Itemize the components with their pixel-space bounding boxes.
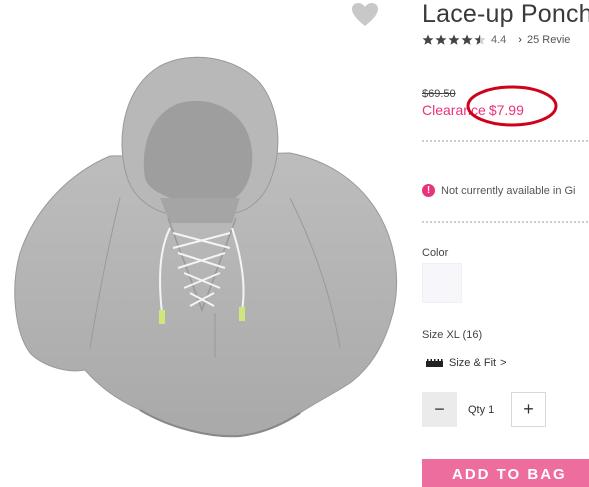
divider [422, 221, 589, 223]
favorite-heart-icon[interactable] [351, 2, 379, 28]
size-label: Size XL (16) [422, 329, 483, 341]
star-icon [461, 34, 473, 45]
rating-value: 4.4 [491, 34, 507, 46]
half-star-icon [474, 34, 486, 45]
rating-stars [422, 34, 486, 46]
alert-icon: ! [422, 184, 435, 197]
reviews-link[interactable]: 25 Revie [527, 34, 570, 46]
availability-text: Not currently available in Gi [441, 184, 576, 197]
chevron-right-icon: › [518, 34, 522, 46]
add-to-bag-button[interactable]: ADD TO BAG [422, 459, 589, 487]
star-icon [422, 34, 434, 45]
product-image [10, 48, 405, 478]
color-swatch[interactable] [422, 263, 462, 303]
star-icon [448, 34, 460, 45]
chevron-right-icon: > [500, 357, 507, 369]
star-icon [435, 34, 447, 45]
color-label: Color [422, 247, 449, 259]
product-title: Lace-up Ponch [422, 0, 589, 28]
ruler-icon [426, 359, 443, 367]
clearance-label: Clearance [422, 102, 486, 118]
quantity-increase-button[interactable]: + [511, 392, 546, 427]
size-fit-link[interactable]: Size & Fit > [426, 357, 507, 369]
original-price: $69.50 [422, 88, 456, 100]
availability-notice: ! Not currently available in Gi [422, 184, 576, 197]
quantity-value: Qty 1 [468, 404, 495, 416]
size-fit-label: Size & Fit [449, 357, 497, 369]
rating-row[interactable]: 4.4 › 25 Revie [422, 34, 570, 46]
divider [422, 140, 589, 142]
sale-price-line: Clearance $7.99 [422, 102, 524, 118]
sale-price: $7.99 [488, 102, 524, 118]
quantity-decrease-button[interactable]: − [422, 392, 457, 427]
